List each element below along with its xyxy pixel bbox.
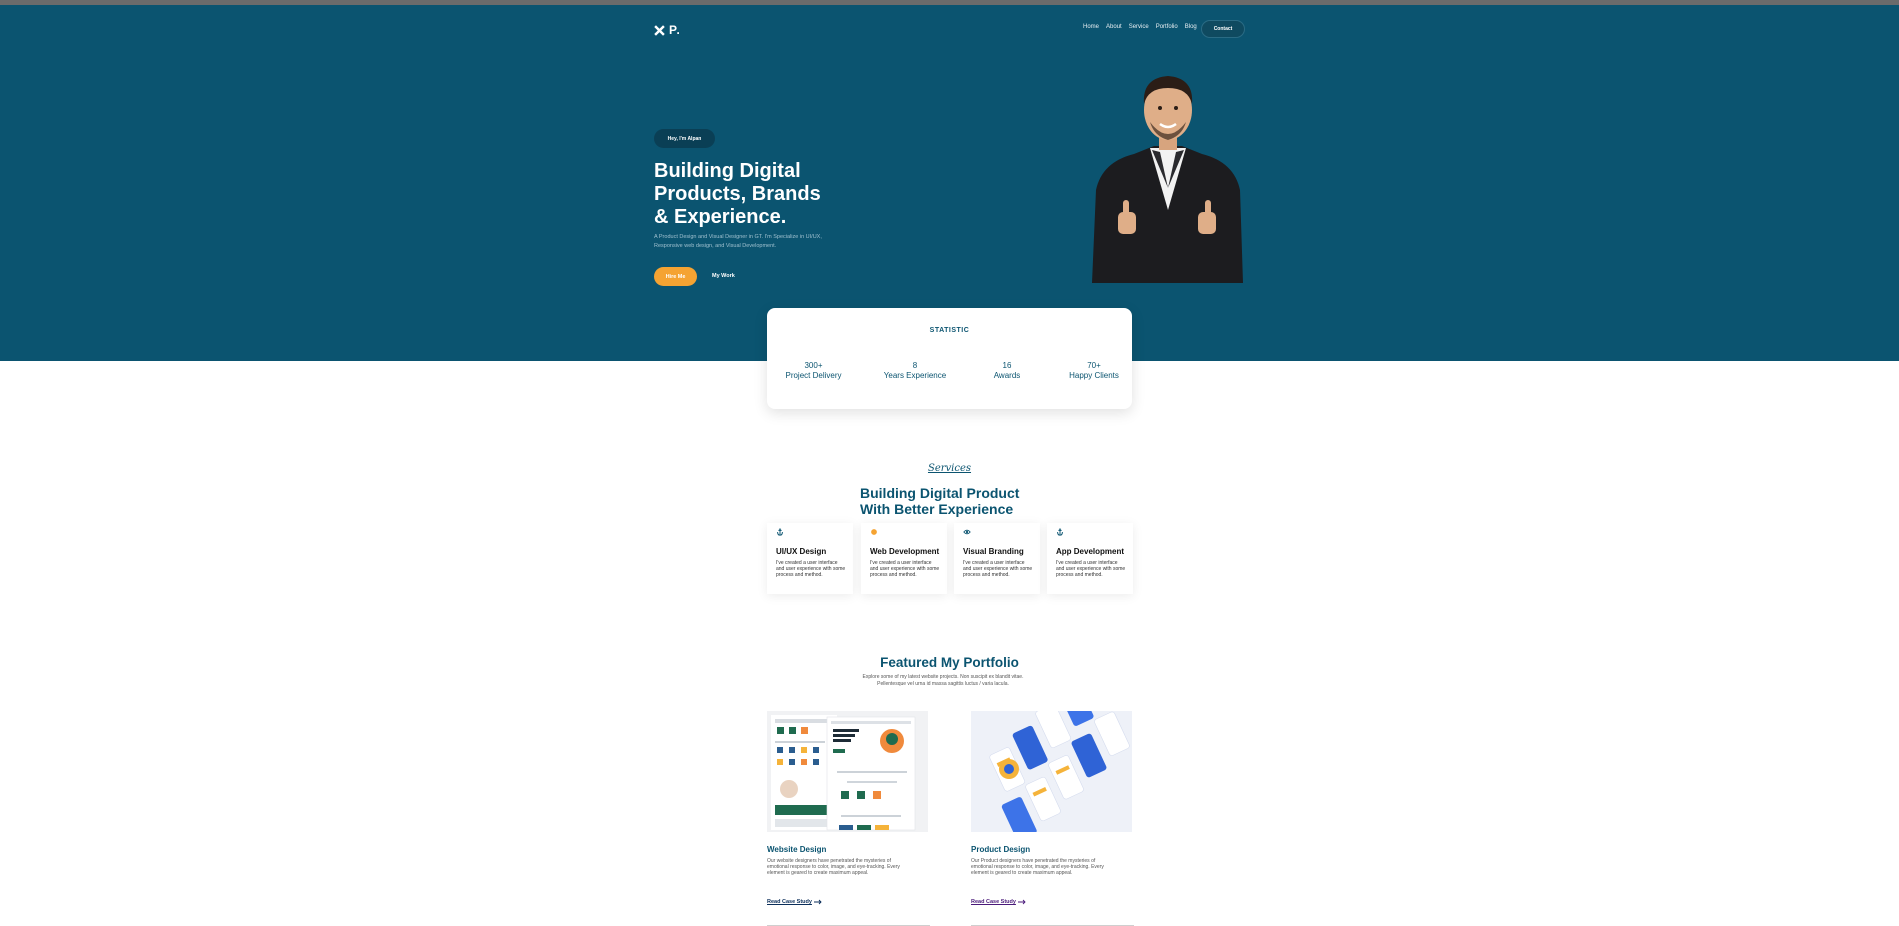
main-nav: Home About Service Portfolio Blog [1083,24,1197,30]
stat-label: Project Delivery [785,371,842,380]
service-name: UI/UX Design [776,547,827,556]
link-label: Read Case Study [971,899,1016,905]
statistic-title: STATISTIC [929,327,970,334]
hero-title-line-3: & Experience. [654,206,787,228]
service-desc: I've created a user interface and user e… [963,560,1033,579]
stat-years-experience: 8 Years Experience [879,361,951,381]
service-card-visual-branding[interactable]: Visual Branding I've created a user inte… [954,523,1040,594]
portfolio-subtitle: Explore some of my latest website projec… [862,674,1024,687]
product-design-thumbnail[interactable] [971,711,1132,832]
hero-title-line-1: Building Digital [654,160,801,182]
nav-item-portfolio[interactable]: Portfolio [1156,24,1178,30]
stat-happy-clients: 70+ Happy Clients [1065,361,1123,381]
contact-button[interactable]: Contact [1201,20,1245,38]
nav-item-home[interactable]: Home [1083,24,1099,30]
stat-label: Happy Clients [1069,371,1119,380]
stat-label: Awards [993,371,1021,380]
service-desc: I've created a user interface and user e… [1056,560,1126,579]
eye-icon [963,529,971,535]
stat-value: 8 [912,361,918,370]
stat-value: 16 [1002,361,1012,370]
stat-label: Years Experience [883,371,947,380]
logo-text: P. [669,23,681,37]
person-photo [1092,76,1243,283]
statistic-card: STATISTIC 300+ Project Delivery 8 Years … [767,308,1132,409]
service-card-uiux[interactable]: UI/UX Design I've created a user interfa… [767,523,853,594]
portfolio-item-desc: Our website designers have penetrated th… [767,858,900,877]
service-card-web-development[interactable]: Web Development I've created a user inte… [861,523,947,594]
sun-icon [871,529,877,535]
read-case-study-link[interactable]: Read Case Study [767,899,822,905]
stat-project-delivery: 300+ Project Delivery [781,361,846,381]
hero-title-line-2: Products, Brands [654,183,821,205]
greeting-pill: Hey, I'm Alpan [654,129,715,148]
my-work-link[interactable]: My Work [712,273,735,279]
service-desc: I've created a user interface and user e… [870,560,940,579]
stat-value: 70+ [1087,361,1101,370]
stat-value: 300+ [804,361,823,370]
nav-item-about[interactable]: About [1106,24,1122,30]
service-name: Web Development [870,547,940,556]
service-card-app-development[interactable]: App Development I've created a user inte… [1047,523,1133,594]
arrow-right-icon [1017,899,1026,905]
stat-awards: 16 Awards [987,361,1027,381]
hero-title: Building Digital Products, Brands & Expe… [654,160,854,229]
portfolio-item-title: Website Design [767,845,827,854]
link-label: Read Case Study [767,899,812,905]
anchor-icon [1057,528,1063,536]
portfolio-item-title: Product Design [971,845,1031,854]
hero-subtitle: A Product Design and Visual Designer in … [654,234,822,249]
website-design-thumbnail[interactable] [767,711,928,832]
services-label: Services [927,463,972,474]
anchor-icon [777,528,783,536]
arrow-right-icon [813,899,822,905]
portfolio-title: Featured My Portfolio [880,655,1019,670]
portfolio-item-desc: Our Product designers have penetrated th… [971,858,1104,877]
service-name: Visual Branding [963,547,1024,556]
service-desc: I've created a user interface and user e… [776,560,846,579]
x-logo-icon [654,24,665,36]
nav-item-service[interactable]: Service [1129,24,1149,30]
read-case-study-link[interactable]: Read Case Study [971,899,1026,905]
hire-me-button[interactable]: Hire Me [654,267,697,286]
service-name: App Development [1056,547,1125,556]
site-logo[interactable]: P. [654,23,681,37]
services-title: Building Digital Product With Better Exp… [860,485,1020,517]
nav-item-blog[interactable]: Blog [1185,24,1197,30]
